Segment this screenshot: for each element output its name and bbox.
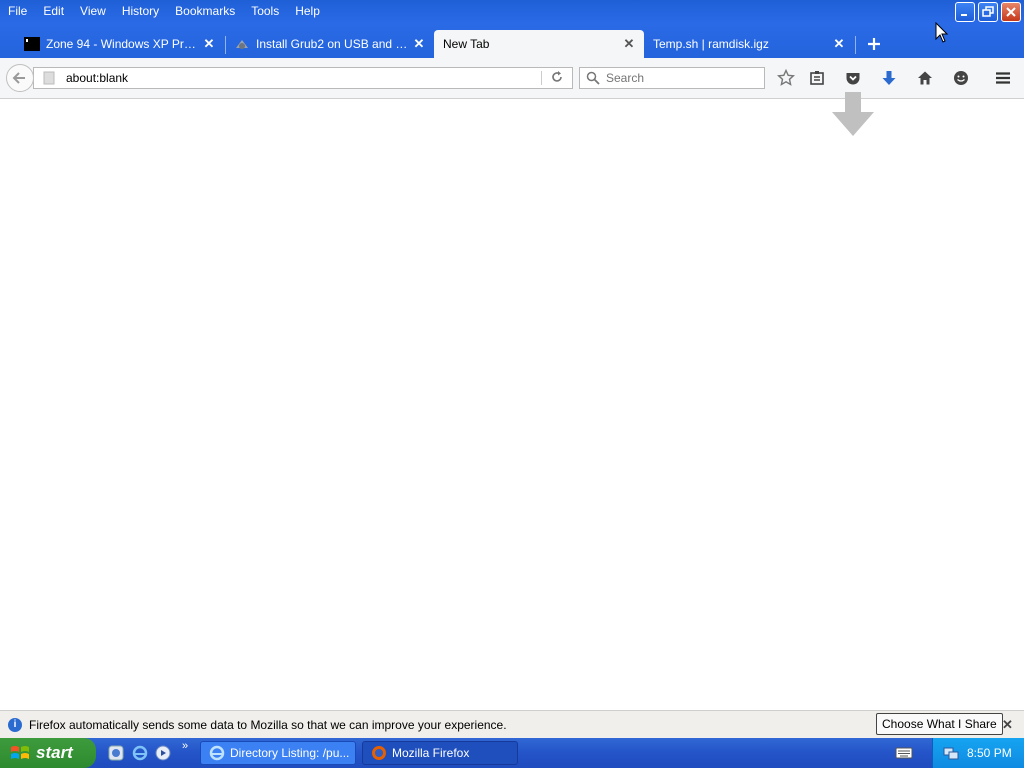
menu-file[interactable]: File [0,0,35,22]
minimize-button[interactable] [955,2,975,22]
task-label: Directory Listing: /pu... [230,746,350,760]
firefox-icon [372,746,386,760]
windows-taskbar: start » Directory Listing: /pu... Mozill… [0,738,1024,768]
keyboard-icon[interactable] [895,746,913,760]
reload-button[interactable] [550,70,564,87]
page-content[interactable] [0,99,1024,709]
reload-icon [552,71,562,82]
home-button[interactable] [915,68,935,88]
search-icon [586,71,600,85]
restore-button[interactable] [978,2,998,22]
pocket-button[interactable] [843,68,863,88]
reading-list-button[interactable] [807,68,827,88]
start-button[interactable]: start [0,738,96,768]
open-menu-button[interactable] [993,68,1013,88]
close-window-button[interactable] [1001,2,1021,22]
url-divider [541,71,542,85]
tab-close-icon[interactable]: ✕ [412,37,426,51]
tab-label: Temp.sh | ramdisk.igz [653,37,769,51]
menu-tools[interactable]: Tools [243,0,287,22]
back-arrow-icon [12,72,25,84]
data-reporting-notification: i Firefox automatically sends some data … [0,710,1024,738]
info-icon: i [8,717,22,732]
internet-explorer-icon[interactable] [132,745,148,761]
menu-bar: File Edit View History Bookmarks Tools H… [0,0,328,22]
bookmark-star-icon [777,69,795,86]
window-titlebar: File Edit View History Bookmarks Tools H… [0,0,1024,58]
tab-label: Zone 94 - Windows XP Profes... [46,37,196,51]
tab-label: Install Grub2 on USB and HDD... [256,37,410,51]
tab-separator [855,36,856,54]
menu-view[interactable]: View [72,0,114,22]
search-bar[interactable] [579,67,765,89]
url-text: about:blank [66,71,129,85]
downloads-button[interactable] [879,68,899,88]
search-input[interactable] [604,70,758,86]
task-label: Mozilla Firefox [392,746,470,760]
mouse-cursor-icon [935,22,949,43]
plus-icon [868,38,880,50]
bookmark-star-button[interactable] [776,68,796,88]
menu-edit[interactable]: Edit [35,0,72,22]
menu-bookmarks[interactable]: Bookmarks [167,0,243,22]
download-animation-arrow-icon [832,92,874,136]
tab-close-icon[interactable]: ✕ [202,37,216,51]
choose-what-i-share-button[interactable]: Choose What I Share [876,713,1003,735]
task-mozilla-firefox[interactable]: Mozilla Firefox [362,741,518,765]
system-tray: 8:50 PM [932,738,1024,768]
tab-close-icon[interactable]: ✕ [832,37,846,51]
clock[interactable]: 8:50 PM [967,746,1012,760]
download-icon [882,71,896,85]
tab-separator [225,36,226,54]
tab-new-tab[interactable]: New Tab ✕ [434,30,644,58]
back-button[interactable] [6,64,34,92]
network-icon[interactable] [943,745,959,761]
notification-close-icon[interactable]: ✕ [1002,717,1013,733]
tab-temp-sh[interactable]: Temp.sh | ramdisk.igz ✕ [644,30,854,58]
hello-button[interactable] [951,68,971,88]
reading-list-icon [810,71,824,85]
tab-zone94[interactable]: Zone 94 - Windows XP Profes... ✕ [18,30,224,58]
page-identity-icon[interactable] [42,71,56,85]
menu-history[interactable]: History [114,0,167,22]
notification-message: Firefox automatically sends some data to… [29,717,507,732]
site-favicon-icon [236,40,248,49]
menu-help[interactable]: Help [287,0,328,22]
start-label: start [36,743,73,762]
tab-label: New Tab [443,37,490,51]
task-directory-listing[interactable]: Directory Listing: /pu... [200,741,356,765]
close-icon [1006,7,1016,17]
windows-logo-icon [11,746,29,759]
pocket-icon [846,73,860,85]
internet-explorer-icon [209,745,225,761]
quicklaunch-app-icon[interactable] [108,745,124,761]
new-tab-button[interactable] [864,30,884,58]
tab-install-grub2[interactable]: Install Grub2 on USB and HDD... ✕ [228,30,434,58]
quicklaunch-more-icon[interactable]: » [182,740,188,752]
maximize-icon [982,6,994,17]
home-icon [918,71,932,85]
url-bar[interactable]: about:blank [33,67,573,89]
minimize-icon [961,14,967,16]
terminal-favicon-icon [24,37,40,51]
tab-close-icon[interactable]: ✕ [622,37,636,51]
hello-icon [954,71,968,85]
media-player-icon[interactable] [155,745,171,761]
hamburger-menu-icon [996,72,1010,84]
